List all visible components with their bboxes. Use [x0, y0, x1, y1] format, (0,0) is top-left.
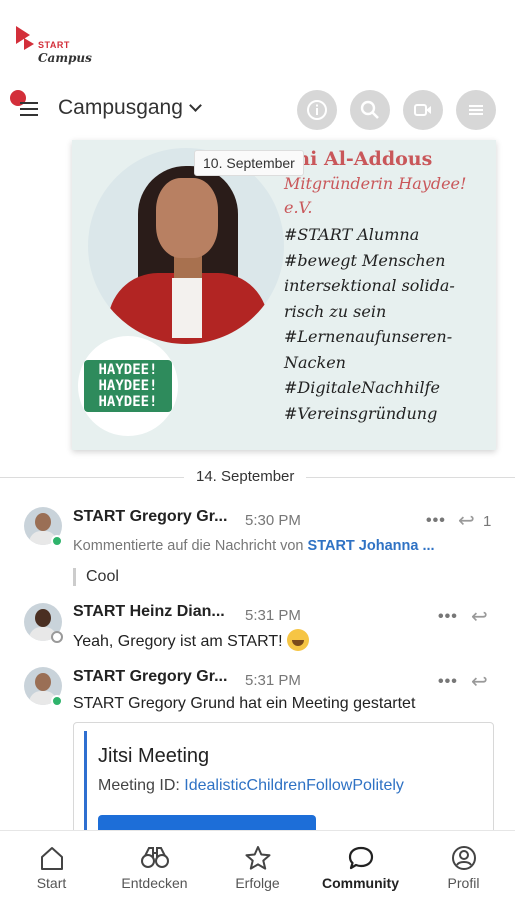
- logo-triangle-small-icon: [24, 38, 34, 50]
- grinning-emoji-icon: [286, 629, 309, 651]
- nav-label: Erfolge: [235, 875, 280, 891]
- nav-item-entdecken[interactable]: Entdecken: [103, 831, 206, 900]
- binoculars-icon: [140, 847, 169, 868]
- list-icon: [469, 105, 483, 115]
- meeting-title: Jitsi Meeting: [98, 745, 210, 767]
- nav-item-community[interactable]: Community: [309, 831, 412, 900]
- chevron-down-icon: [189, 99, 202, 112]
- post-image-attachment[interactable]: HAYDEE! HAYDEE! HAYDEE! ani Al-Addous Mi…: [72, 140, 496, 450]
- reply-icon[interactable]: ↩: [471, 604, 488, 628]
- star-icon: [245, 846, 270, 870]
- search-icon: [360, 100, 379, 119]
- message-text: Yeah, Gregory ist am START!: [73, 629, 309, 651]
- portrait-photo: [88, 148, 284, 344]
- post-person-name: ani Al-Addous: [284, 148, 433, 170]
- logo-text-start: START: [38, 40, 70, 50]
- message-more-options-icon[interactable]: •••: [426, 512, 446, 530]
- quoted-message[interactable]: Cool: [73, 568, 119, 586]
- nav-label: Start: [36, 875, 67, 891]
- bottom-navigation: Start Entdecken Erfolge Community Profil: [0, 830, 515, 900]
- message-more-options-icon[interactable]: •••: [438, 673, 458, 691]
- nav-item-profil[interactable]: Profil: [412, 831, 515, 900]
- channel-menu-button[interactable]: [456, 90, 496, 130]
- reply-count[interactable]: 1: [483, 513, 491, 530]
- logo-text-campus: Campus: [38, 51, 92, 65]
- meeting-id: Meeting ID: IdealisticChildrenFollowPoli…: [98, 777, 404, 794]
- online-status-indicator: [51, 695, 63, 707]
- haydee-logo: HAYDEE! HAYDEE! HAYDEE!: [84, 360, 172, 412]
- chat-bubble-icon: [348, 846, 373, 870]
- profile-icon: [451, 846, 476, 870]
- home-icon: [40, 847, 63, 870]
- quoted-user-link[interactable]: START Johanna ...: [308, 538, 435, 554]
- start-campus-logo[interactable]: START Campus: [16, 24, 92, 68]
- search-button[interactable]: [350, 90, 390, 130]
- message-time: 5:30 PM: [245, 512, 301, 529]
- info-button[interactable]: [297, 90, 337, 130]
- message-text: START Gregory Grund hat ein Meeting gest…: [73, 695, 416, 712]
- menu-button[interactable]: [10, 90, 42, 122]
- online-status-indicator: [51, 535, 63, 547]
- away-status-indicator: [51, 631, 63, 643]
- message-sender[interactable]: START Heinz Dian...: [73, 603, 225, 621]
- message-sender[interactable]: START Gregory Gr...: [73, 668, 227, 686]
- hamburger-icon: [20, 102, 38, 104]
- message-time: 5:31 PM: [245, 607, 301, 624]
- message-more-options-icon[interactable]: •••: [438, 608, 458, 626]
- date-divider-label: 14. September: [184, 468, 307, 485]
- reply-icon[interactable]: ↩: [471, 669, 488, 693]
- date-tooltip: 10. September: [194, 150, 304, 176]
- post-hashtags: #START Alumna #bewegt Menschen intersekt…: [284, 225, 455, 423]
- message-sender[interactable]: START Gregory Gr...: [73, 508, 227, 526]
- nav-label: Profil: [447, 875, 480, 891]
- card-accent-stripe: [84, 731, 87, 841]
- channel-header: Campusgang: [0, 86, 515, 132]
- meeting-id-value[interactable]: IdealisticChildrenFollowPolitely: [184, 777, 404, 794]
- post-caption: ani Al-Addous Mitgründerin Haydee! e.V. …: [284, 148, 494, 426]
- nav-item-start[interactable]: Start: [0, 831, 103, 900]
- reply-icon[interactable]: ↩: [458, 508, 475, 532]
- message-time: 5:31 PM: [245, 672, 301, 689]
- nav-label: Community: [322, 875, 399, 891]
- nav-label: Entdecken: [121, 875, 188, 891]
- nav-item-erfolge[interactable]: Erfolge: [206, 831, 309, 900]
- video-call-button[interactable]: [403, 90, 443, 130]
- system-message: Kommentierte auf die Nachricht von START…: [73, 538, 435, 554]
- video-camera-icon: [414, 104, 431, 116]
- channel-name: Campusgang: [58, 96, 183, 119]
- channel-selector[interactable]: Campusgang: [58, 96, 202, 120]
- jitsi-meeting-card: Jitsi Meeting Meeting ID: IdealisticChil…: [73, 722, 494, 842]
- info-icon: [307, 100, 327, 120]
- post-person-role: Mitgründerin Haydee! e.V.: [284, 174, 467, 217]
